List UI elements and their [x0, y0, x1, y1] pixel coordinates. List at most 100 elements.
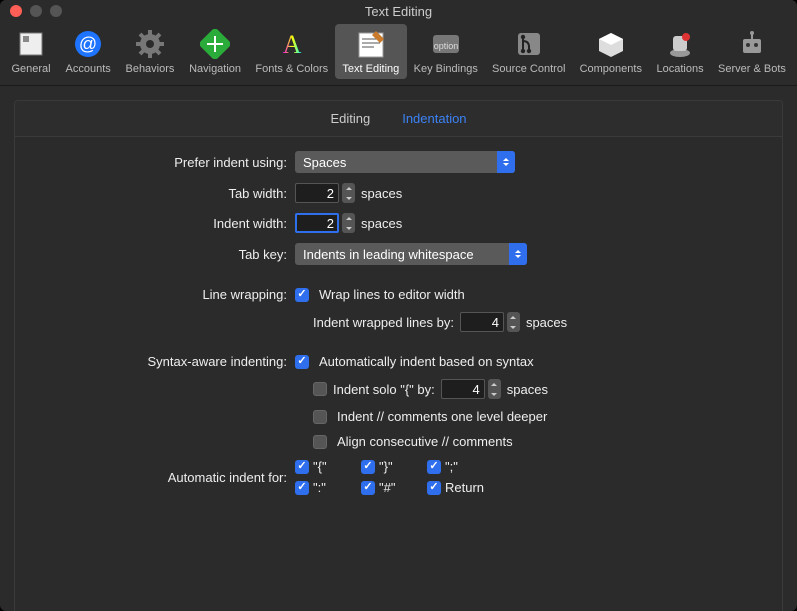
- token-rbrace-checkbox[interactable]: [361, 460, 375, 474]
- toolbar-label: Key Bindings: [414, 63, 478, 75]
- titlebar: Text Editing: [0, 0, 797, 22]
- zoom-button[interactable]: [50, 5, 62, 17]
- indent-comments-checkbox[interactable]: [313, 410, 327, 424]
- sub-tabs: Editing Indentation: [15, 101, 782, 137]
- unit-spaces: spaces: [507, 382, 548, 397]
- toolbar-text-editing[interactable]: Text Editing: [335, 24, 406, 79]
- toolbar-label: Fonts & Colors: [255, 63, 328, 75]
- unit-spaces: spaces: [361, 186, 402, 201]
- tab-indentation[interactable]: Indentation: [402, 111, 466, 126]
- toolbar: General @ Accounts Behaviors Navigation …: [0, 22, 797, 86]
- row-indent-width: Indent width: spaces: [35, 213, 762, 233]
- toolbar-server-bots[interactable]: Server & Bots: [711, 24, 793, 79]
- svg-text:option: option: [433, 41, 458, 51]
- behaviors-icon: [134, 28, 166, 60]
- toolbar-general[interactable]: General: [4, 24, 58, 79]
- chevron-updown-icon: [497, 151, 515, 173]
- row-prefer-indent: Prefer indent using: Spaces: [35, 151, 762, 173]
- prefer-indent-value: Spaces: [303, 155, 346, 170]
- syntax-auto-text: Automatically indent based on syntax: [319, 354, 534, 369]
- form-area: Prefer indent using: Spaces Tab width:: [15, 137, 782, 519]
- toolbar-label: Locations: [656, 63, 703, 75]
- toolbar-label: Components: [580, 63, 642, 75]
- row-syntax: Syntax-aware indenting: Automatically in…: [35, 354, 762, 369]
- toolbar-label: General: [11, 63, 50, 75]
- token-grid: "{" "}" ";" ":" "#" Return: [295, 459, 498, 495]
- toolbar-components[interactable]: Components: [572, 24, 649, 79]
- indent-comments-text: Indent // comments one level deeper: [337, 409, 547, 424]
- line-wrapping-label: Line wrapping:: [35, 287, 295, 302]
- syntax-auto-checkbox[interactable]: [295, 355, 309, 369]
- row-line-wrapping: Line wrapping: Wrap lines to editor widt…: [35, 287, 762, 302]
- tab-key-select[interactable]: Indents in leading whitespace: [295, 243, 527, 265]
- indent-solo-checkbox[interactable]: [313, 382, 327, 396]
- toolbar-source-control[interactable]: Source Control: [485, 24, 572, 79]
- row-align-comments: Align consecutive // comments: [35, 434, 762, 449]
- toolbar-fonts-colors[interactable]: A Fonts & Colors: [248, 24, 335, 79]
- indent-wrapped-input[interactable]: [460, 312, 504, 332]
- toolbar-label: Server & Bots: [718, 63, 786, 75]
- locations-icon: [664, 28, 696, 60]
- token-colon-checkbox[interactable]: [295, 481, 309, 495]
- indent-wrapped-label: Indent wrapped lines by:: [313, 315, 454, 330]
- unit-spaces: spaces: [361, 216, 402, 231]
- content-panel: Editing Indentation Prefer indent using:…: [14, 100, 783, 611]
- indent-wrapped-stepper[interactable]: [507, 312, 520, 332]
- tab-width-label: Tab width:: [35, 186, 295, 201]
- prefer-indent-label: Prefer indent using:: [35, 155, 295, 170]
- toolbar-label: Accounts: [66, 63, 111, 75]
- row-tab-width: Tab width: spaces: [35, 183, 762, 203]
- toolbar-navigation[interactable]: Navigation: [182, 24, 249, 79]
- tab-width-stepper[interactable]: [342, 183, 355, 203]
- tab-key-label: Tab key:: [35, 247, 295, 262]
- toolbar-locations[interactable]: Locations: [649, 24, 711, 79]
- unit-spaces: spaces: [526, 315, 567, 330]
- key-bindings-icon: option: [430, 28, 462, 60]
- indent-width-input[interactable]: [295, 213, 339, 233]
- wrap-lines-text: Wrap lines to editor width: [319, 287, 465, 302]
- traffic-lights: [0, 5, 62, 17]
- token-colon-label: ":": [313, 480, 326, 495]
- toolbar-behaviors[interactable]: Behaviors: [118, 24, 182, 79]
- text-editing-icon: [355, 28, 387, 60]
- token-lbrace-checkbox[interactable]: [295, 460, 309, 474]
- toolbar-key-bindings[interactable]: option Key Bindings: [407, 24, 486, 79]
- toolbar-accounts[interactable]: @ Accounts: [58, 24, 118, 79]
- chevron-updown-icon: [509, 243, 527, 265]
- svg-text:@: @: [79, 34, 97, 54]
- toolbar-label: Navigation: [189, 63, 241, 75]
- tab-key-value: Indents in leading whitespace: [303, 247, 474, 262]
- row-indent-solo: Indent solo "{" by: spaces: [35, 379, 762, 399]
- source-control-icon: [513, 28, 545, 60]
- token-return-label: Return: [445, 480, 484, 495]
- tab-width-field: [295, 183, 355, 203]
- minimize-button[interactable]: [30, 5, 42, 17]
- indent-solo-field: [441, 379, 501, 399]
- indent-width-stepper[interactable]: [342, 213, 355, 233]
- token-semi-label: ";": [445, 459, 458, 474]
- token-hash-checkbox[interactable]: [361, 481, 375, 495]
- indent-width-label: Indent width:: [35, 216, 295, 231]
- server-bots-icon: [736, 28, 768, 60]
- align-comments-checkbox[interactable]: [313, 435, 327, 449]
- close-button[interactable]: [10, 5, 22, 17]
- navigation-icon: [199, 28, 231, 60]
- svg-text:A: A: [282, 30, 301, 59]
- token-hash-label: "#": [379, 480, 395, 495]
- toolbar-label: Text Editing: [342, 63, 399, 75]
- token-semi-checkbox[interactable]: [427, 460, 441, 474]
- window-title: Text Editing: [0, 4, 797, 19]
- syntax-label: Syntax-aware indenting:: [35, 354, 295, 369]
- prefer-indent-select[interactable]: Spaces: [295, 151, 515, 173]
- token-lbrace-label: "{": [313, 459, 327, 474]
- row-indent-wrapped: Indent wrapped lines by: spaces: [35, 312, 762, 332]
- token-return-checkbox[interactable]: [427, 481, 441, 495]
- row-indent-comments: Indent // comments one level deeper: [35, 409, 762, 424]
- indent-solo-text: Indent solo "{" by:: [333, 382, 435, 397]
- indent-solo-stepper[interactable]: [488, 379, 501, 399]
- tab-width-input[interactable]: [295, 183, 339, 203]
- indent-solo-input[interactable]: [441, 379, 485, 399]
- wrap-lines-checkbox[interactable]: [295, 288, 309, 302]
- tab-editing[interactable]: Editing: [330, 111, 370, 126]
- auto-indent-for-label: Automatic indent for:: [35, 470, 295, 485]
